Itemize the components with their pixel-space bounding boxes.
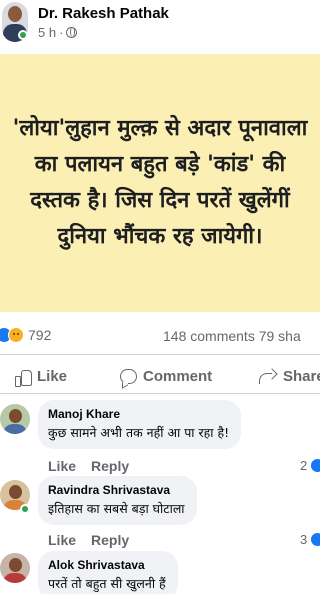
divider-bottom (0, 393, 320, 394)
online-status-dot (20, 504, 30, 514)
comment-text: परतें तो बहुत सी खुलनी हैं (48, 576, 166, 591)
comment-reaction-count[interactable]: 2 (300, 458, 320, 473)
reaction-count: 792 (28, 327, 52, 343)
comment-like-button[interactable]: Like (48, 532, 76, 548)
comment-reply-button[interactable]: Reply (91, 532, 129, 548)
share-arrow-icon (259, 369, 277, 384)
share-label: Share (283, 368, 320, 385)
post-meta: 5 h · (38, 25, 78, 40)
comment-bubble: Alok Shrivastava परतें तो बहुत सी खुलनी … (38, 551, 178, 594)
like-reaction-icon (310, 532, 320, 547)
share-button[interactable]: Share (259, 368, 320, 385)
globe-icon (66, 27, 78, 38)
comment-count[interactable]: 148 comments (163, 328, 255, 344)
meta-separator: · (59, 25, 64, 40)
comment-reaction-count[interactable]: 3 (300, 532, 320, 547)
author-name[interactable]: Dr. Rakesh Pathak (38, 5, 169, 22)
post-header: Dr. Rakesh Pathak 5 h · (0, 0, 320, 52)
divider-top (0, 354, 320, 355)
comment-bubble: Ravindra Shrivastava इतिहास का सबसे बड़ा… (38, 476, 197, 525)
commenter-avatar[interactable] (0, 553, 30, 583)
comment-button[interactable]: Comment (120, 368, 212, 385)
online-status-dot (18, 30, 28, 40)
comment-reaction-number: 3 (300, 532, 308, 547)
comment-text: कुछ सामने अभी तक नहीं आ पा रहा है! (48, 425, 230, 440)
commenter-name[interactable]: Alok Shrivastava (48, 558, 166, 572)
comment-bubble-icon (120, 369, 137, 384)
comment-actions: Like Reply (48, 532, 129, 548)
comment-reply-button[interactable]: Reply (91, 458, 129, 474)
comment-text: इतिहास का सबसे बड़ा घोटाला (48, 501, 185, 516)
thumbs-up-icon (15, 369, 32, 387)
post-actions: Like Comment Share (0, 362, 320, 392)
reaction-summary[interactable]: 792 (0, 327, 51, 343)
commenter-avatar[interactable] (0, 404, 30, 434)
commenter-name[interactable]: Ravindra Shrivastava (48, 483, 185, 497)
post-stats: 792 148 comments 79 sha (0, 325, 320, 349)
like-label: Like (37, 368, 68, 385)
post-text-card[interactable]: 'लोया'लुहान मुल्क़ से अदार पूनावाला का प… (0, 54, 320, 312)
commenter-name[interactable]: Manoj Khare (48, 407, 229, 421)
post-time[interactable]: 5 h (38, 25, 56, 40)
like-reaction-icon (310, 458, 320, 473)
share-count[interactable]: 79 sha (259, 328, 301, 344)
comment-actions: Like Reply (48, 458, 129, 474)
like-button[interactable]: Like (15, 368, 68, 387)
comments-shares-summary: 148 comments 79 sha (163, 328, 301, 344)
post-text: 'लोया'लुहान मुल्क़ से अदार पूनावाला का प… (12, 116, 308, 249)
comment-reaction-number: 2 (300, 458, 308, 473)
sad-reaction-icon (8, 327, 24, 343)
comment-label: Comment (143, 368, 213, 385)
comment-like-button[interactable]: Like (48, 458, 76, 474)
comment-bubble: Manoj Khare कुछ सामने अभी तक नहीं आ पा र… (38, 400, 242, 449)
